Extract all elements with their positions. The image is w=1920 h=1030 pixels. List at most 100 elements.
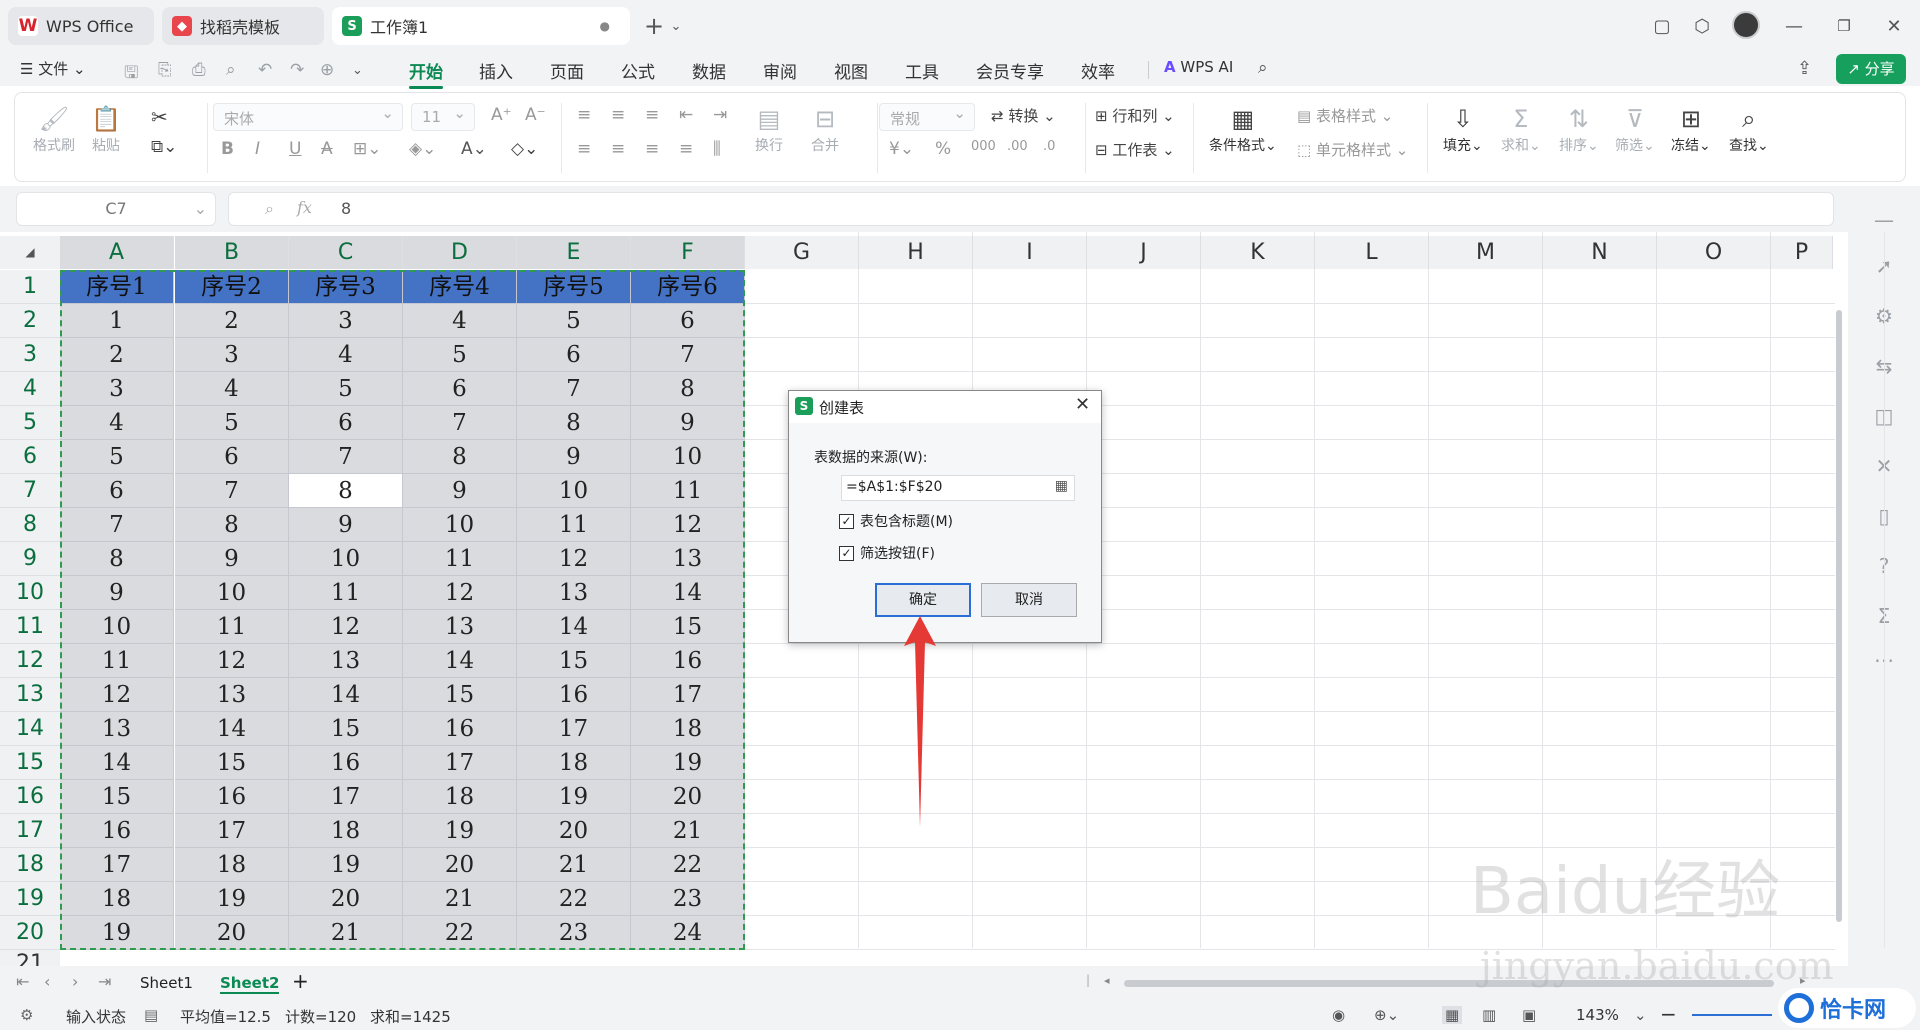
table-cell[interactable]: 4 (289, 338, 403, 372)
table-cell[interactable]: 24 (631, 916, 745, 950)
filter-button-checkbox[interactable]: ✓ 筛选按钮(F) (839, 543, 935, 563)
column-header-m[interactable]: M (1429, 236, 1543, 269)
column-header-i[interactable]: I (973, 236, 1087, 269)
menu-start[interactable]: 开始 (409, 58, 443, 89)
tab-docer-templates[interactable]: ◆ 找稻壳模板 (162, 7, 324, 45)
table-cell[interactable]: 21 (289, 916, 403, 950)
currency-icon[interactable]: ¥⌄ (889, 139, 914, 159)
table-cell[interactable]: 12 (60, 678, 174, 712)
filter-button[interactable]: ⊽ 筛选⌄ (1615, 103, 1655, 155)
conditional-format-button[interactable]: ▦ 条件格式⌄ (1209, 103, 1277, 155)
freeze-button[interactable]: ⊞ 冻结⌄ (1671, 103, 1711, 155)
table-cell[interactable]: 13 (60, 712, 174, 746)
table-cell[interactable]: 9 (403, 474, 517, 508)
table-cell[interactable]: 10 (175, 576, 289, 610)
decrease-font-icon[interactable]: A⁻ (525, 105, 546, 125)
table-cell[interactable]: 10 (517, 474, 631, 508)
table-cell[interactable]: 11 (289, 576, 403, 610)
table-cell[interactable]: 18 (517, 746, 631, 780)
worksheet-button[interactable]: ⊟ 工作表 ⌄ (1095, 139, 1175, 160)
eye-icon[interactable]: ◉ (1332, 1006, 1345, 1024)
table-cell[interactable]: 12 (289, 610, 403, 644)
undo-icon[interactable]: ↶ (258, 60, 272, 80)
table-cell[interactable]: 14 (403, 644, 517, 678)
row-header-14[interactable]: 14 (0, 712, 60, 746)
horizontal-scrollbar[interactable] (1124, 980, 1774, 987)
scroll-thumb[interactable] (1836, 310, 1842, 922)
table-cell[interactable]: 18 (60, 882, 174, 916)
sum-button[interactable]: Σ 求和⌄ (1501, 103, 1541, 155)
column-header-d[interactable]: D (403, 236, 517, 269)
column-header-b[interactable]: B (175, 236, 289, 269)
table-cell[interactable]: 20 (175, 916, 289, 950)
doc-icon[interactable]: ▤ (144, 1006, 158, 1024)
row-header-9[interactable]: 9 (0, 542, 60, 576)
table-cell[interactable]: 15 (60, 780, 174, 814)
font-color-icon[interactable]: A⌄ (461, 139, 487, 159)
number-format-select[interactable]: 常规 (879, 103, 975, 131)
row-header-17[interactable]: 17 (0, 814, 60, 848)
distribute-icon[interactable]: ⫼ (713, 139, 721, 159)
table-cell[interactable]: 18 (631, 712, 745, 746)
table-cell[interactable]: 5 (517, 304, 631, 338)
print-icon[interactable]: ⎙ (192, 60, 206, 80)
column-header-n[interactable]: N (1543, 236, 1657, 269)
cancel-button[interactable]: 取消 (981, 583, 1077, 617)
table-cell[interactable]: 7 (175, 474, 289, 508)
row-header-19[interactable]: 19 (0, 882, 60, 916)
table-cell[interactable]: 15 (289, 712, 403, 746)
table-header-cell[interactable]: 序号2 (175, 270, 289, 304)
menu-review[interactable]: 审阅 (763, 58, 797, 83)
cell-style-button[interactable]: ⬚ 单元格样式 ⌄ (1297, 139, 1408, 160)
table-cell[interactable]: 2 (175, 304, 289, 338)
table-cell[interactable]: 6 (60, 474, 174, 508)
tab-wps-office[interactable]: W WPS Office (8, 7, 154, 45)
window-layout-icon[interactable]: ▢ (1650, 14, 1674, 38)
table-cell[interactable]: 8 (60, 542, 174, 576)
search-icon[interactable]: ⌕ (1258, 58, 1268, 78)
table-cell[interactable]: 16 (60, 814, 174, 848)
thousands-icon[interactable]: 000 (971, 139, 996, 154)
table-cell[interactable]: 10 (631, 440, 745, 474)
merge-button[interactable]: ⊟ 合并 (811, 103, 839, 155)
column-header-k[interactable]: K (1201, 236, 1315, 269)
table-cell[interactable]: 5 (175, 406, 289, 440)
table-cell[interactable]: 15 (175, 746, 289, 780)
table-cell[interactable]: 16 (631, 644, 745, 678)
table-cell[interactable]: 10 (289, 542, 403, 576)
column-header-o[interactable]: O (1657, 236, 1771, 269)
collapse-icon[interactable]: — (1872, 208, 1896, 232)
wrap-text-button[interactable]: ▤ 换行 (755, 103, 783, 155)
next-sheet-icon[interactable]: › (72, 972, 78, 991)
row-header-6[interactable]: 6 (0, 440, 60, 474)
table-cell[interactable]: 19 (60, 916, 174, 950)
row-header-1[interactable]: 1 (0, 270, 60, 304)
column-header-g[interactable]: G (745, 236, 859, 269)
indent-increase-icon[interactable]: ⇥ (713, 105, 727, 125)
table-cell[interactable]: 20 (289, 882, 403, 916)
table-cell[interactable]: 17 (175, 814, 289, 848)
share-button[interactable]: ↗ 分享 (1836, 54, 1906, 84)
source-range-input[interactable]: =$A$1:$F$20 ▦ (841, 475, 1075, 501)
table-cell[interactable]: 12 (517, 542, 631, 576)
layout-icon[interactable]: ⊕⌄ (1374, 1006, 1399, 1024)
table-cell[interactable]: 13 (517, 576, 631, 610)
table-header-cell[interactable]: 序号4 (403, 270, 517, 304)
table-cell[interactable]: 9 (517, 440, 631, 474)
table-cell[interactable]: 4 (175, 372, 289, 406)
table-cell[interactable]: 17 (631, 678, 745, 712)
table-cell[interactable]: 6 (289, 406, 403, 440)
table-header-cell[interactable]: 序号1 (60, 270, 174, 304)
new-tab-icon[interactable]: + (642, 12, 666, 40)
cut-icon[interactable]: ✂ (151, 105, 168, 129)
align-bottom-icon[interactable]: ≡ (645, 105, 659, 125)
sheet-tab-sheet2[interactable]: Sheet2 (220, 974, 280, 994)
table-cell[interactable]: 2 (60, 338, 174, 372)
row-header-10[interactable]: 10 (0, 576, 60, 610)
table-cell[interactable]: 21 (631, 814, 745, 848)
table-cell[interactable]: 14 (631, 576, 745, 610)
tab-workbook1[interactable]: S 工作簿1 ● (332, 7, 630, 45)
menu-efficiency[interactable]: 效率 (1081, 58, 1115, 83)
table-cell[interactable]: 17 (403, 746, 517, 780)
table-cell[interactable]: 19 (517, 780, 631, 814)
